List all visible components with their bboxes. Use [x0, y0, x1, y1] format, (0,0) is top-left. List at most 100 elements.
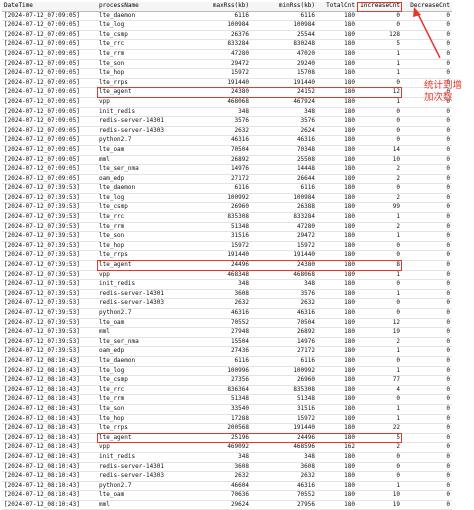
cell-decrease-cnt: 0 [402, 49, 452, 60]
cell-min-rss: 51348 [251, 394, 317, 405]
cell-increase-cnt: 0 [357, 126, 402, 137]
column-header-increase-cnt[interactable]: IncreaseCnt [357, 2, 402, 12]
table-row[interactable]: [2024-07-12_08:10:43] lte_rrps 200568 19144… [2, 423, 452, 434]
table-row[interactable]: [2024-07-12_07:39:53] lte_csmp 26960 26388 1… [2, 202, 452, 214]
table-row[interactable]: [2024-07-12_07:09:05] init_redis 348 348 180… [2, 107, 452, 118]
column-header-total-cnt[interactable]: TotalCnt [317, 2, 357, 12]
cell-process-name: init_redis [97, 279, 193, 290]
cell-decrease-cnt: 0 [402, 318, 452, 329]
cell-datetime: [2024-07-12_07:39:53] [2, 212, 97, 223]
table-row[interactable]: [2024-07-12_07:09:05] lte_rrm 47280 47020 18… [2, 49, 452, 60]
cell-max-rss: 27172 [193, 174, 251, 185]
table-row[interactable]: [2024-07-12_08:10:43] redis-server-14301 3… [2, 462, 452, 473]
table-row[interactable]: [2024-07-12_07:39:53] lte_oam 70552 70504 18… [2, 318, 452, 329]
cell-total-cnt: 180 [317, 318, 357, 329]
table-row[interactable]: [2024-07-12_07:39:53] lte_hop 15972 15972 18… [2, 241, 452, 252]
table-row[interactable]: [2024-07-12_07:09:05] mml 26892 25508 180 10 0 [2, 155, 452, 166]
cell-min-rss: 46316 [251, 308, 317, 319]
cell-increase-cnt: 77 [357, 375, 402, 386]
cell-decrease-cnt: 0 [402, 423, 452, 434]
cell-min-rss: 833284 [251, 212, 317, 223]
table-row[interactable]: [2024-07-12_07:09:05] lte_son 29472 29240 18… [2, 59, 452, 70]
table-row[interactable]: [2024-07-12_07:39:53] lte_son 31516 29472 18… [2, 231, 452, 242]
table-row[interactable]: [2024-07-12_08:10:43] lte_hop 17288 15972 18… [2, 414, 452, 425]
column-header-process-name[interactable]: processName [97, 2, 193, 12]
cell-datetime: [2024-07-12_08:10:43] [2, 414, 97, 425]
cell-process-name: lte_rrm [97, 222, 193, 233]
cell-decrease-cnt: 0 [402, 11, 452, 22]
table-row[interactable]: [2024-07-12_07:39:53] lte_log 100992 100984… [2, 193, 452, 204]
table-row[interactable]: [2024-07-12_08:10:43] lte_log 100996 100992… [2, 366, 452, 377]
table-row[interactable]: [2024-07-12_07:09:05] lte_oam 70504 70348 18… [2, 145, 452, 156]
cell-total-cnt: 180 [317, 270, 357, 281]
cell-total-cnt: 180 [317, 471, 357, 482]
table-row[interactable]: [2024-07-12_07:09:05] vpp 468068 467924 180 1… [2, 97, 452, 108]
table-row[interactable]: [2024-07-12_07:09:05] redis-server-14303 2… [2, 126, 452, 137]
cell-process-name: lte_daemon [97, 11, 193, 22]
cell-process-name: lte_agent [97, 260, 193, 271]
cell-datetime: [2024-07-12_07:09:05] [2, 68, 97, 79]
cell-decrease-cnt: 0 [402, 462, 452, 473]
table-row[interactable]: [2024-07-12_08:10:43] lte_agent 25196 24496… [2, 433, 452, 444]
table-row[interactable]: [2024-07-12_07:39:53] lte_rrps 191440 19144… [2, 250, 452, 262]
cell-increase-cnt: 0 [357, 462, 402, 473]
cell-max-rss: 348 [193, 452, 251, 463]
column-header-datetime[interactable]: DateTime [2, 2, 97, 12]
table-row[interactable]: [2024-07-12_07:09:05] lte_rrc 833284 830248… [2, 39, 452, 50]
table-row[interactable]: [2024-07-12_07:09:05] lte_csmp 26376 25544 1… [2, 30, 452, 41]
table-row[interactable]: [2024-07-12_07:09:05] lte_rrps 191440 19144… [2, 78, 452, 89]
table-row[interactable]: [2024-07-12_08:10:43] mml 29624 27956 180 19 0 [2, 500, 452, 510]
table-row[interactable]: [2024-07-12_07:39:53] redis-server-14303 2… [2, 298, 452, 309]
table-row[interactable]: [2024-07-12_07:39:53] lte_daemon 6116 6116 1… [2, 183, 452, 194]
table-row[interactable]: [2024-07-12_07:09:05] lte_log 100984 100984… [2, 20, 452, 31]
cell-decrease-cnt: 0 [402, 366, 452, 377]
cell-datetime: [2024-07-12_07:39:53] [2, 308, 97, 319]
table-row[interactable]: [2024-07-12_08:10:43] lte_oam 70636 70552 18… [2, 490, 452, 501]
cell-increase-cnt: 1 [357, 49, 402, 60]
cell-total-cnt: 180 [317, 183, 357, 194]
table-row[interactable]: [2024-07-12_08:10:43] vpp 469092 468596 162 2… [2, 442, 452, 453]
table-row[interactable]: [2024-07-12_07:09:05] oam_edp 27172 26644 18… [2, 174, 452, 185]
column-header-max-rss[interactable]: maxRss(kb) [193, 2, 251, 12]
table-row[interactable]: [2024-07-12_07:09:05] lte_ser_nma 14976 144… [2, 164, 452, 175]
table-row[interactable]: [2024-07-12_08:10:43] lte_son 33540 31516 18… [2, 404, 452, 415]
cell-increase-cnt: 0 [357, 11, 402, 22]
table-row[interactable]: [2024-07-12_07:09:05] lte_hop 15972 15708 18… [2, 68, 452, 79]
table-row[interactable]: [2024-07-12_07:39:53] lte_rrm 51348 47280 18… [2, 222, 452, 233]
table-row[interactable]: [2024-07-12_07:39:53] mml 27948 26892 180 19 0 [2, 327, 452, 338]
cell-process-name: lte_log [97, 20, 193, 31]
cell-max-rss: 2632 [193, 298, 251, 309]
table-row[interactable]: [2024-07-12_07:39:53] redis-server-14301 3… [2, 289, 452, 300]
table-row[interactable]: [2024-07-12_07:39:53] init_redis 348 348 180… [2, 279, 452, 290]
cell-process-name: lte_daemon [97, 356, 193, 367]
table-row[interactable]: [2024-07-12_07:09:05] lte_daemon 6116 6116 1… [2, 11, 452, 22]
table-row[interactable]: [2024-07-12_07:39:53] vpp 468348 468068 180 1… [2, 270, 452, 281]
cell-total-cnt: 180 [317, 433, 357, 444]
table-row[interactable]: [2024-07-12_07:09:05] redis-server-14301 3… [2, 116, 452, 127]
table-row[interactable]: [2024-07-12_07:09:05] python2.7 46316 46316… [2, 135, 452, 146]
cell-max-rss: 100996 [193, 366, 251, 377]
table-row[interactable]: [2024-07-12_07:39:53] lte_rrc 835308 833284… [2, 212, 452, 223]
table-row[interactable]: [2024-07-12_07:39:53] lte_ser_nma 15504 149… [2, 337, 452, 348]
table-row[interactable]: [2024-07-12_08:10:43] python2.7 46604 46316… [2, 481, 452, 492]
cell-max-rss: 33540 [193, 404, 251, 415]
cell-increase-cnt: 1 [357, 97, 402, 108]
table-row[interactable]: [2024-07-12_08:10:43] lte_csmp 27356 26960 1… [2, 375, 452, 386]
table-row[interactable]: [2024-07-12_08:10:43] lte_rrc 836364 835308… [2, 385, 452, 396]
cell-total-cnt: 180 [317, 78, 357, 89]
table-row[interactable]: [2024-07-12_08:10:43] lte_daemon 6116 6116 1… [2, 356, 452, 367]
table-row[interactable]: [2024-07-12_07:39:53] lte_agent 24496 24380… [2, 260, 452, 271]
cell-decrease-cnt: 0 [402, 442, 452, 453]
cell-process-name: lte_ser_nma [97, 337, 193, 348]
table-row[interactable]: [2024-07-12_07:09:05] lte_agent 24380 24152… [2, 87, 452, 98]
table-row[interactable]: [2024-07-12_08:10:43] lte_rrm 51348 51348 18… [2, 394, 452, 405]
column-header-decrease-cnt[interactable]: DecreaseCnt [402, 2, 452, 12]
column-header-min-rss[interactable]: minRss(kb) [251, 2, 317, 12]
cell-increase-cnt: 1 [357, 68, 402, 79]
cell-process-name: lte_agent [97, 87, 193, 98]
table-row[interactable]: [2024-07-12_07:39:53] oam_edp 27436 27172 18… [2, 346, 452, 357]
table-row[interactable]: [2024-07-12_08:10:43] redis-server-14303 2… [2, 471, 452, 482]
cell-total-cnt: 180 [317, 193, 357, 204]
table-row[interactable]: [2024-07-12_07:39:53] python2.7 46316 46316… [2, 308, 452, 319]
table-row[interactable]: [2024-07-12_08:10:43] init_redis 348 348 180… [2, 452, 452, 463]
